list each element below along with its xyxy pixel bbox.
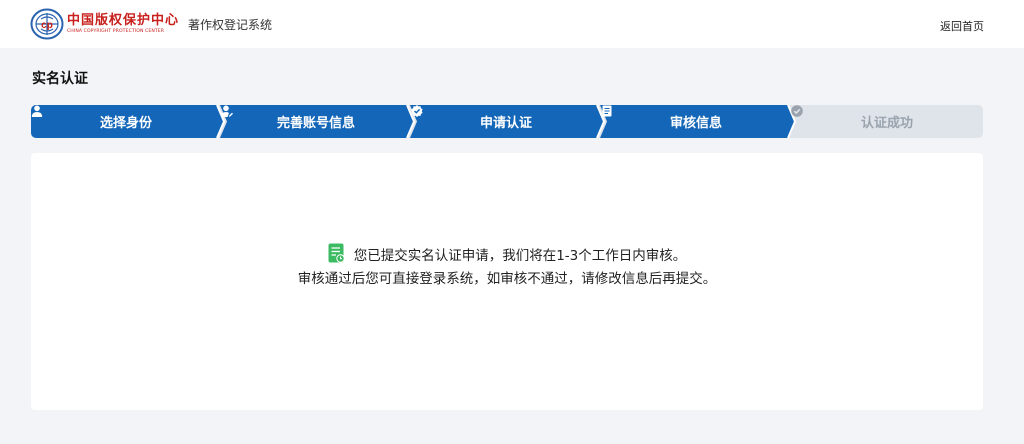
svg-text:cp: cp bbox=[41, 20, 53, 31]
progress-steps: 选择身份 完善账号信息 申请认证 审核信息 认证成功 bbox=[31, 105, 983, 138]
copyright-center-logo-icon: cp bbox=[30, 8, 64, 40]
step-label: 完善账号信息 bbox=[276, 116, 355, 131]
logo-english-name: CHINA COPYRIGHT PROTECTION CENTER bbox=[67, 29, 165, 34]
document-icon bbox=[602, 105, 612, 117]
badge-check-icon bbox=[411, 105, 423, 117]
status-message-line1: 您已提交实名认证申请，我们将在1-3个工作日内审核。 bbox=[353, 247, 687, 264]
top-header: cp 中国版权保护中心 CHINA COPYRIGHT PROTECTION C… bbox=[0, 0, 1024, 48]
check-circle-icon bbox=[791, 105, 803, 117]
step-verification-success: 认证成功 bbox=[791, 105, 983, 138]
step-label: 认证成功 bbox=[860, 116, 913, 131]
status-message-line1-row: 您已提交实名认证申请，我们将在1-3个工作日内审核。 bbox=[31, 243, 983, 264]
back-home-link[interactable]: 返回首页 bbox=[940, 18, 984, 34]
logo-chinese-name: 中国版权保护中心 bbox=[67, 13, 180, 28]
step-complete-account-info: 完善账号信息 bbox=[221, 105, 411, 138]
step-review-info: 审核信息 bbox=[601, 105, 791, 138]
step-label: 选择身份 bbox=[99, 116, 152, 131]
review-document-icon bbox=[328, 243, 345, 263]
user-icon bbox=[31, 105, 43, 117]
page-title: 实名认证 bbox=[32, 71, 88, 87]
system-name: 著作权登记系统 bbox=[188, 18, 273, 32]
status-card: 您已提交实名认证申请，我们将在1-3个工作日内审核。 审核通过后您可直接登录系统… bbox=[31, 153, 983, 410]
step-apply-verification: 申请认证 bbox=[411, 105, 601, 138]
status-message-line2: 审核通过后您可直接登录系统，如审核不通过，请修改信息后再提交。 bbox=[297, 271, 717, 287]
user-edit-icon bbox=[221, 105, 233, 117]
step-select-identity: 选择身份 bbox=[31, 105, 221, 138]
step-label: 审核信息 bbox=[669, 116, 722, 131]
step-label: 申请认证 bbox=[479, 116, 532, 131]
logo[interactable]: cp 中国版权保护中心 CHINA COPYRIGHT PROTECTION C… bbox=[30, 8, 180, 40]
